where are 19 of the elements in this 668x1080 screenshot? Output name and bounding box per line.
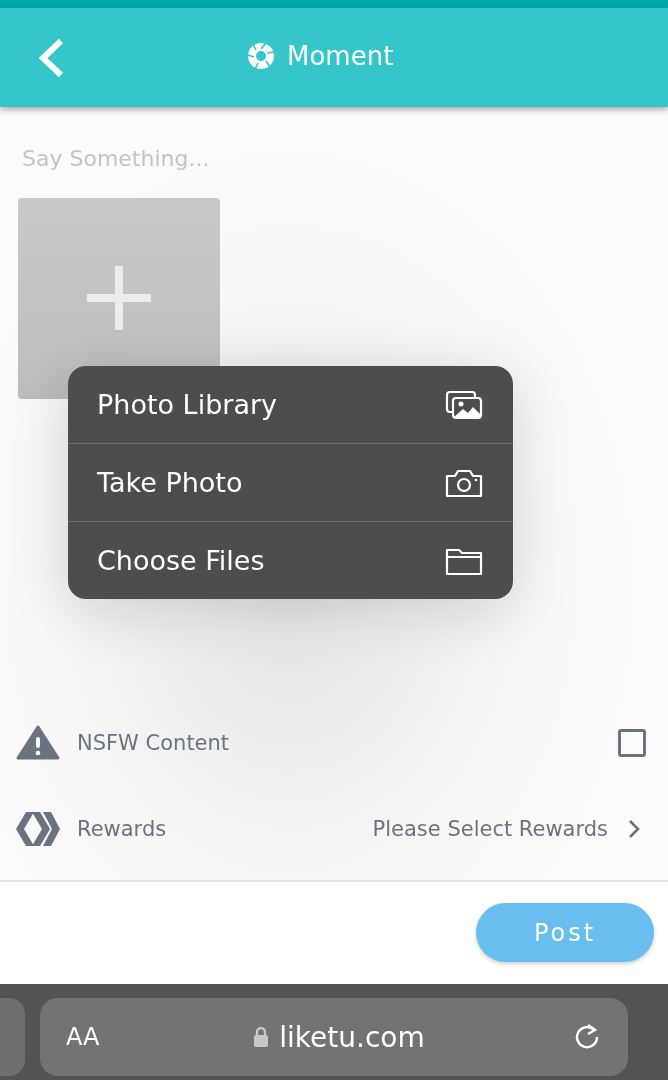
nsfw-checkbox[interactable]: [618, 729, 646, 757]
photos-icon: [445, 389, 483, 420]
option-label: NSFW Content: [77, 731, 230, 755]
page-title: Moment: [287, 41, 394, 71]
url-text: liketu.com: [279, 1020, 425, 1054]
address-bar[interactable]: AA liketu.com: [40, 998, 628, 1076]
menu-item[interactable]: Take Photo: [68, 443, 513, 521]
lock-icon: [253, 1026, 270, 1048]
plus-icon: [87, 265, 151, 330]
aperture-icon: [247, 42, 275, 70]
warning-icon: [16, 725, 60, 761]
option-label: Rewards: [77, 817, 167, 841]
text-size-button[interactable]: AA: [66, 1023, 146, 1051]
menu-item[interactable]: Choose Files: [68, 521, 513, 599]
rewards-select[interactable]: Please Select Rewards: [372, 817, 608, 841]
chevron-logo-icon: [16, 811, 60, 847]
camera-icon: [445, 467, 483, 498]
chevron-right-icon[interactable]: [628, 819, 640, 839]
menu-item[interactable]: Photo Library: [68, 366, 513, 443]
